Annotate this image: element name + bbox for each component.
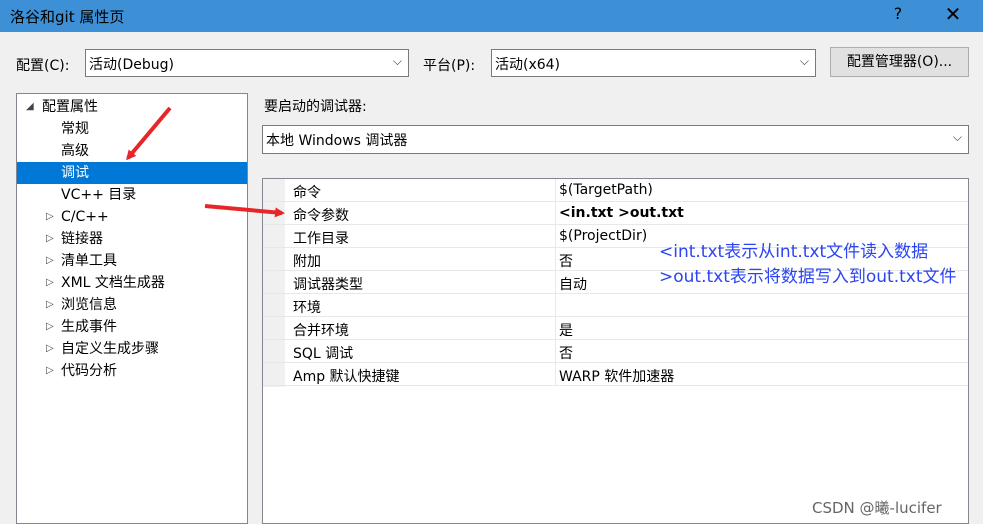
arrow-to-command-args bbox=[204, 204, 285, 218]
annotation-arrows bbox=[126, 106, 285, 218]
arrow-to-debug-item bbox=[126, 106, 172, 161]
watermark: CSDN @曦-lucifer bbox=[812, 499, 942, 517]
